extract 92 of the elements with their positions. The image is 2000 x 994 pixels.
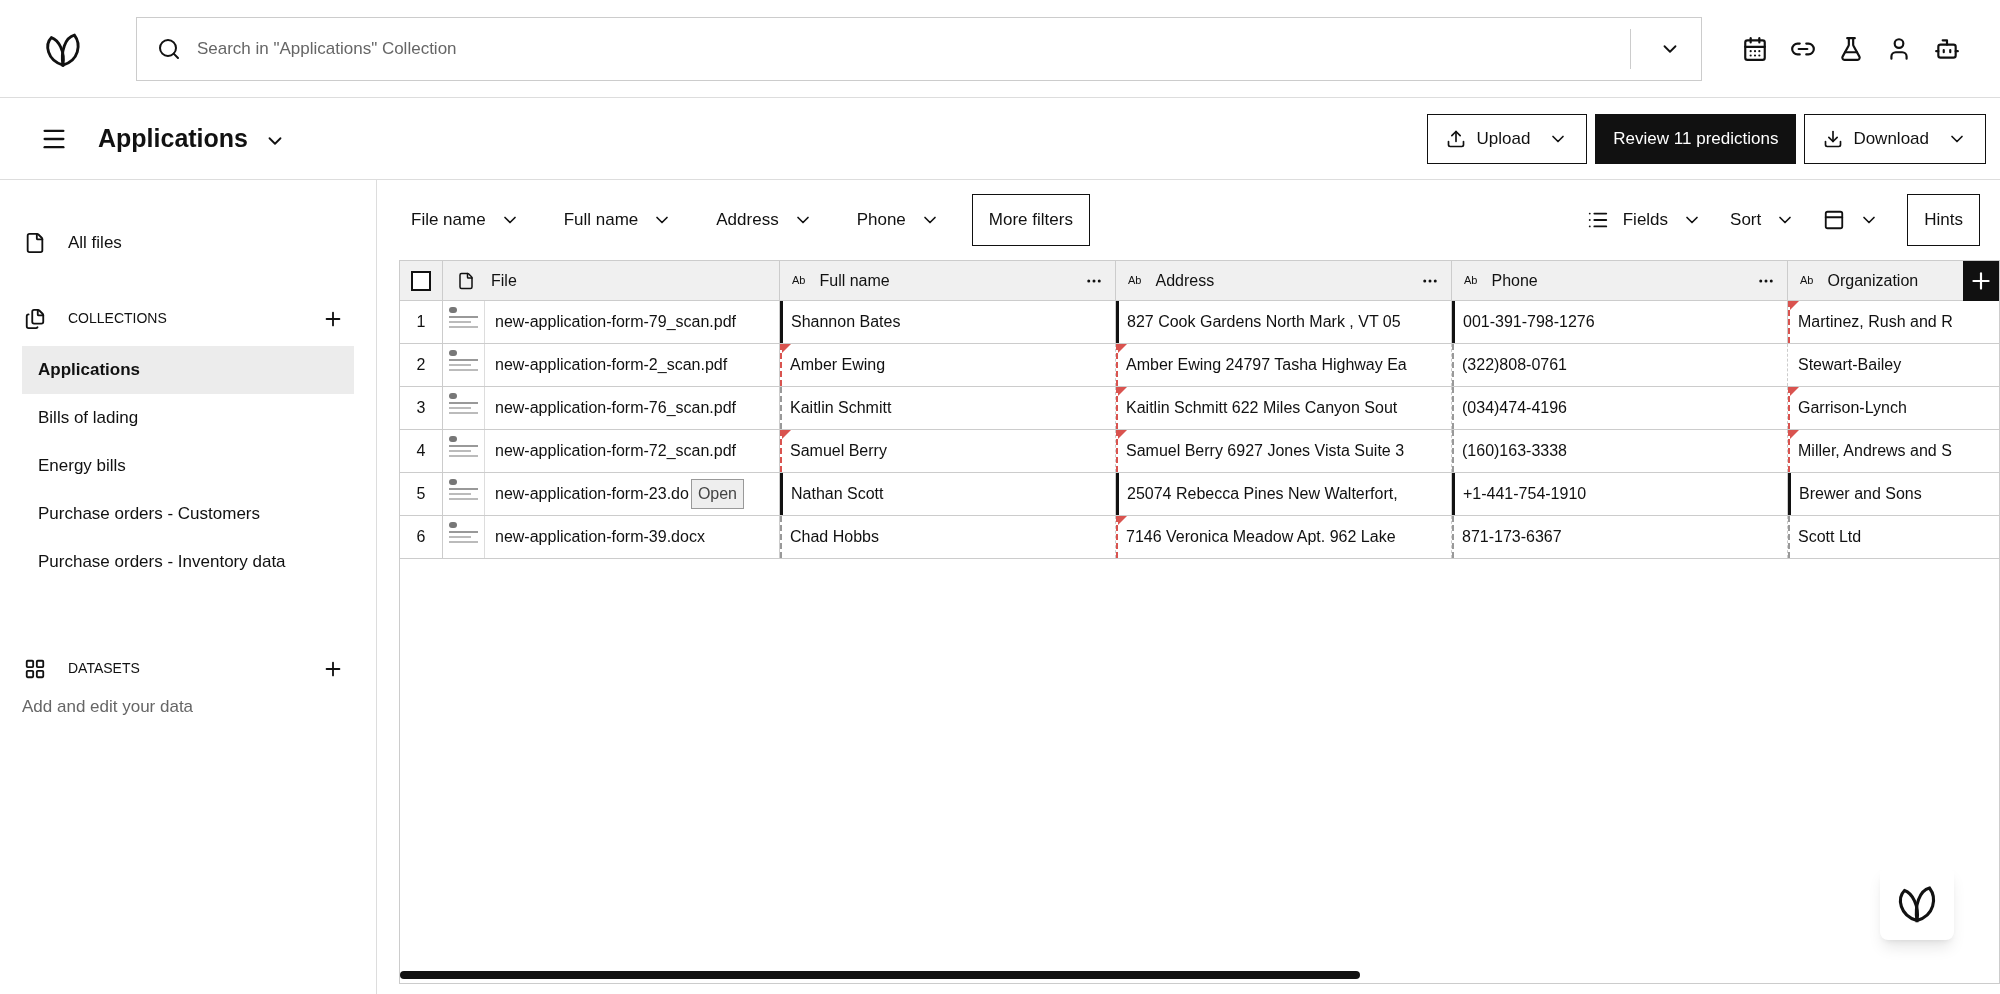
open-tooltip: Open [690, 479, 744, 509]
table-cell[interactable]: 001-391-798-1276 [1452, 301, 1788, 343]
table-cell[interactable]: Scott Ltd [1788, 516, 1999, 558]
column-header[interactable]: Address [1155, 268, 1215, 293]
file-name[interactable]: new-application-form-23.do [495, 482, 689, 506]
file-icon [457, 271, 475, 290]
row-number: 4 [400, 430, 443, 472]
column-header[interactable]: File [491, 268, 517, 293]
upload-button[interactable]: Upload [1427, 113, 1588, 164]
prediction-flag-icon [1118, 344, 1127, 353]
collection-item[interactable]: Bills of lading [22, 393, 354, 442]
search-bar[interactable]: Search in "Applications" Collection [135, 16, 1702, 81]
flask-icon[interactable] [1838, 35, 1864, 62]
datasets-icon [24, 657, 46, 680]
file-name[interactable]: new-application-form-79_scan.pdf [495, 310, 736, 334]
field-type-label: Ab [1800, 273, 1814, 289]
row-number: 1 [400, 301, 443, 343]
column-header[interactable]: Full name [819, 268, 890, 293]
table-cell[interactable]: Kaitlin Schmitt [780, 387, 1116, 429]
more-filters-button[interactable]: More filters [971, 194, 1090, 246]
filter-dropdown[interactable]: File name [399, 207, 532, 233]
select-all-checkbox[interactable] [411, 270, 431, 291]
file-name[interactable]: new-application-form-72_scan.pdf [495, 439, 736, 463]
table-cell[interactable]: (034)474-4196 [1452, 387, 1788, 429]
prediction-flag-icon [782, 430, 791, 439]
field-type-label: Ab [792, 273, 806, 289]
prediction-flag-icon [1790, 430, 1799, 439]
search-input[interactable]: Search in "Applications" Collection [196, 35, 1614, 62]
table-cell[interactable]: Miller, Andrews and S [1788, 430, 1999, 472]
table-cell[interactable]: 827 Cook Gardens North Mark , VT 05 [1116, 301, 1452, 343]
row-number: 3 [400, 387, 443, 429]
prediction-flag-icon [1790, 387, 1799, 396]
table-cell[interactable]: +1-441-754-1910 [1452, 473, 1788, 515]
row-number: 6 [400, 516, 443, 558]
collection-item[interactable]: Energy bills [22, 441, 354, 490]
row-number: 2 [400, 344, 443, 386]
prediction-flag-icon [1118, 387, 1127, 396]
row-number: 5 [400, 473, 443, 515]
calendar-icon[interactable] [1742, 35, 1768, 62]
column-header[interactable]: Organization [1827, 268, 1919, 293]
sort-dropdown[interactable]: Sort [1730, 207, 1796, 233]
table-cell[interactable]: 871-173-6367 [1452, 516, 1788, 558]
file-name[interactable]: new-application-form-39.docx [495, 525, 705, 549]
table-cell[interactable]: (322)808-0761 [1452, 344, 1788, 386]
table-cell[interactable]: Chad Hobbs [780, 516, 1116, 558]
table-cell[interactable]: Samuel Berry [780, 430, 1116, 472]
file-name[interactable]: new-application-form-2_scan.pdf [495, 353, 728, 377]
field-type-label: Ab [1464, 273, 1478, 289]
collection-item[interactable]: Applications [22, 345, 354, 394]
download-button[interactable]: Download [1804, 113, 1986, 164]
table-cell[interactable]: 25074 Rebecca Pines New Walterfort, [1116, 473, 1452, 515]
file-icon [24, 231, 46, 254]
table-cell[interactable]: Shannon Bates [780, 301, 1116, 343]
prediction-flag-icon [1118, 516, 1127, 525]
upload-icon [1446, 128, 1467, 149]
search-icon [156, 36, 181, 61]
table-cell[interactable]: Nathan Scott [780, 473, 1116, 515]
table-cell[interactable]: Kaitlin Schmitt 622 Miles Canyon Sout [1116, 387, 1452, 429]
collections-icon [24, 307, 46, 330]
field-type-label: Ab [1128, 273, 1142, 289]
filter-dropdown[interactable]: Full name [551, 207, 685, 233]
table-cell[interactable]: 7146 Veronica Meadow Apt. 962 Lake [1116, 516, 1452, 558]
add-column-button[interactable] [1963, 261, 1999, 301]
page-title: Applications [98, 122, 248, 154]
collection-item[interactable]: Purchase orders - Customers [22, 489, 354, 538]
table-cell[interactable]: Amber Ewing 24797 Tasha Highway Ea [1116, 344, 1452, 386]
collection-item[interactable]: Purchase orders - Inventory data [22, 537, 354, 586]
section-heading: COLLECTIONS [68, 309, 167, 328]
table-cell[interactable]: (160)163-3338 [1452, 430, 1788, 472]
filter-dropdown[interactable]: Phone [844, 207, 952, 233]
datasets-hint: Add and edit your data [21, 695, 195, 718]
prediction-flag-icon [1790, 301, 1799, 310]
review-predictions-button[interactable]: Review 11 predictions [1595, 113, 1797, 164]
download-icon [1823, 128, 1844, 149]
column-header[interactable]: Phone [1491, 268, 1538, 293]
assistant-button[interactable] [1880, 866, 1954, 940]
prediction-flag-icon [1118, 430, 1127, 439]
table-cell[interactable]: Stewart-Bailey [1788, 344, 1999, 386]
table-cell[interactable]: Samuel Berry 6927 Jones Vista Suite 3 [1116, 430, 1452, 472]
horizontal-scrollbar[interactable] [400, 971, 1360, 979]
hints-button[interactable]: Hints [1907, 194, 1980, 246]
table-cell[interactable]: Brewer and Sons [1788, 473, 1999, 515]
table-cell[interactable]: Garrison-Lynch [1788, 387, 1999, 429]
table-cell[interactable]: Martinez, Rush and R [1788, 301, 1999, 343]
table-cell[interactable]: Amber Ewing [780, 344, 1116, 386]
file-name[interactable]: new-application-form-76_scan.pdf [495, 396, 736, 420]
section-heading: DATASETS [68, 659, 140, 678]
prediction-flag-icon [782, 344, 791, 353]
all-files-link[interactable]: All files [68, 230, 122, 256]
table-layout-icon [1823, 209, 1846, 231]
fields-dropdown[interactable]: Fields [1586, 207, 1703, 233]
filter-dropdown[interactable]: Address [704, 207, 825, 233]
